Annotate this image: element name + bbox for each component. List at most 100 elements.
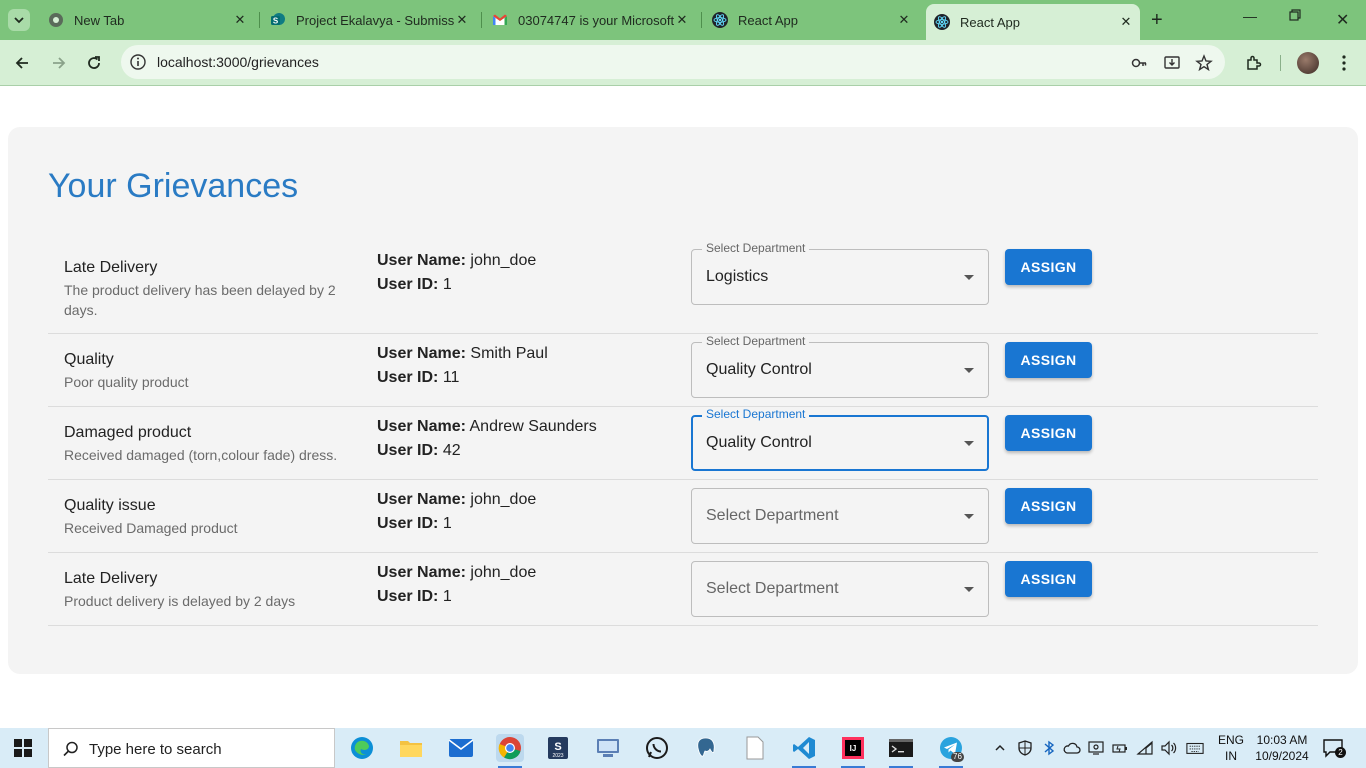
extensions-icon[interactable] <box>1243 52 1265 74</box>
svg-text:S: S <box>554 741 561 753</box>
user-id-line: User ID: 1 <box>377 515 452 533</box>
ssms-icon[interactable]: S 2023 <box>544 734 572 762</box>
tab-title: 03074747 is your Microsoft <box>518 12 674 28</box>
chevron-down-icon <box>14 17 24 24</box>
site-info-icon[interactable] <box>129 53 147 71</box>
vscode-icon[interactable] <box>790 734 818 768</box>
battery-icon[interactable] <box>1111 739 1129 757</box>
tab-divider <box>481 12 482 28</box>
select-placeholder: Select Department <box>706 507 839 524</box>
select-label: Select Department <box>702 334 810 348</box>
user-name-value: john_doe <box>470 564 537 581</box>
close-icon[interactable]: ✕ <box>1118 14 1134 30</box>
department-select[interactable]: Select Department Quality Control <box>691 407 989 471</box>
wifi-icon[interactable] <box>1136 739 1154 757</box>
page-title: Your Grievances <box>48 167 299 205</box>
user-id-label: User ID: <box>377 515 439 532</box>
reload-icon <box>88 56 100 69</box>
bluetooth-icon[interactable] <box>1040 739 1058 757</box>
close-icon[interactable]: ✕ <box>232 12 248 28</box>
user-id-label: User ID: <box>377 588 439 605</box>
file-explorer-icon[interactable] <box>397 734 425 762</box>
language-indicator[interactable]: ENG IN <box>1218 732 1244 764</box>
tab-divider <box>701 12 702 28</box>
user-name-label: User Name: <box>377 345 466 362</box>
notification-center-icon[interactable]: 2 <box>1322 738 1346 758</box>
chrome-icon <box>48 12 64 28</box>
department-select[interactable]: Select Department <box>691 488 989 544</box>
forward-button[interactable] <box>48 52 70 74</box>
network-app-icon[interactable] <box>594 734 622 762</box>
grievance-row: Late Delivery Product delivery is delaye… <box>48 553 1318 626</box>
taskbar-search-box[interactable]: Type here to search <box>48 728 335 768</box>
assign-button[interactable]: ASSIGN <box>1005 415 1092 451</box>
assign-button[interactable]: ASSIGN <box>1005 342 1092 378</box>
back-button[interactable] <box>11 52 33 74</box>
assign-button[interactable]: ASSIGN <box>1005 249 1092 285</box>
user-name-value: Andrew Saunders <box>469 418 597 435</box>
terminal-icon[interactable] <box>887 734 915 768</box>
tab-project-ekalavya[interactable]: S Project Ekalavya - Submissio ✕ <box>270 6 470 34</box>
chevron-up-icon[interactable] <box>991 739 1009 757</box>
grievance-description: Product delivery is delayed by 2 days <box>64 593 296 609</box>
user-name-value: Smith Paul <box>470 345 548 362</box>
tab-gmail[interactable]: 03074747 is your Microsoft ✕ <box>492 6 690 34</box>
notification-count: 2 <box>1335 747 1346 758</box>
page-viewport: Your Grievances Late Delivery The produc… <box>0 87 1366 728</box>
minimize-button[interactable]: — <box>1243 8 1257 24</box>
close-icon[interactable]: ✕ <box>896 12 912 28</box>
system-clock[interactable]: 10:03 AM 10/9/2024 <box>1252 732 1312 764</box>
tab-title: React App <box>960 14 1020 30</box>
user-name-label: User Name: <box>377 252 466 269</box>
volume-icon[interactable] <box>1160 739 1178 757</box>
department-select[interactable]: Select Department Logistics <box>691 241 989 305</box>
chrome-taskbar-icon[interactable] <box>496 734 524 768</box>
tab-new-tab[interactable]: New Tab ✕ <box>48 6 248 34</box>
more-menu-icon[interactable] <box>1333 52 1355 74</box>
shield-icon[interactable] <box>1016 739 1034 757</box>
arrow-right-icon <box>53 57 66 69</box>
bookmark-star-icon[interactable] <box>1194 53 1214 73</box>
grievance-title: Quality issue <box>64 497 156 514</box>
blank-file-icon[interactable] <box>741 734 769 762</box>
tab-search-button[interactable] <box>8 9 30 31</box>
postgresql-icon[interactable] <box>692 734 720 762</box>
assign-button[interactable]: ASSIGN <box>1005 561 1092 597</box>
whatsapp-icon[interactable] <box>643 734 671 762</box>
tab-react-app-active[interactable]: React App ✕ <box>926 4 1140 40</box>
select-label: Select Department <box>702 407 810 421</box>
caret-down-icon <box>964 368 974 373</box>
grievance-title: Late Delivery <box>64 259 158 276</box>
install-app-icon[interactable] <box>1162 53 1182 73</box>
keyboard-icon[interactable] <box>1186 739 1204 757</box>
close-icon[interactable]: ✕ <box>674 12 690 28</box>
address-bar[interactable]: localhost:3000/grievances <box>121 45 1225 79</box>
department-select[interactable]: Select Department Quality Control <box>691 334 989 398</box>
profile-avatar[interactable] <box>1297 52 1319 74</box>
telegram-icon[interactable]: 76 <box>937 734 965 768</box>
svg-text:IJ: IJ <box>850 744 857 753</box>
edge-icon[interactable] <box>348 734 376 762</box>
user-name-value: john_doe <box>470 491 537 508</box>
caret-down-icon <box>964 441 974 446</box>
cloud-icon[interactable] <box>1063 739 1081 757</box>
windows-start-icon[interactable] <box>14 739 32 757</box>
display-settings-icon[interactable] <box>1087 739 1105 757</box>
department-select[interactable]: Select Department <box>691 561 989 617</box>
assign-button[interactable]: ASSIGN <box>1005 488 1092 524</box>
intellij-icon[interactable]: IJ <box>839 734 867 768</box>
gmail-icon <box>492 12 508 28</box>
tab-react-app[interactable]: React App ✕ <box>712 6 912 34</box>
reload-button[interactable] <box>83 52 105 74</box>
user-id-value: 1 <box>442 515 452 532</box>
password-key-icon[interactable] <box>1129 53 1149 73</box>
restore-button[interactable] <box>1289 8 1301 24</box>
mail-icon[interactable] <box>447 734 475 762</box>
select-value: Logistics <box>706 268 769 285</box>
user-name-label: User Name: <box>377 418 466 435</box>
new-tab-button[interactable]: + <box>1151 9 1163 32</box>
url-text: localhost:3000/grievances <box>157 54 319 70</box>
close-icon[interactable]: ✕ <box>454 12 470 28</box>
grievance-row: Late Delivery The product delivery has b… <box>48 241 1318 334</box>
close-window-button[interactable]: ✕ <box>1336 10 1349 30</box>
